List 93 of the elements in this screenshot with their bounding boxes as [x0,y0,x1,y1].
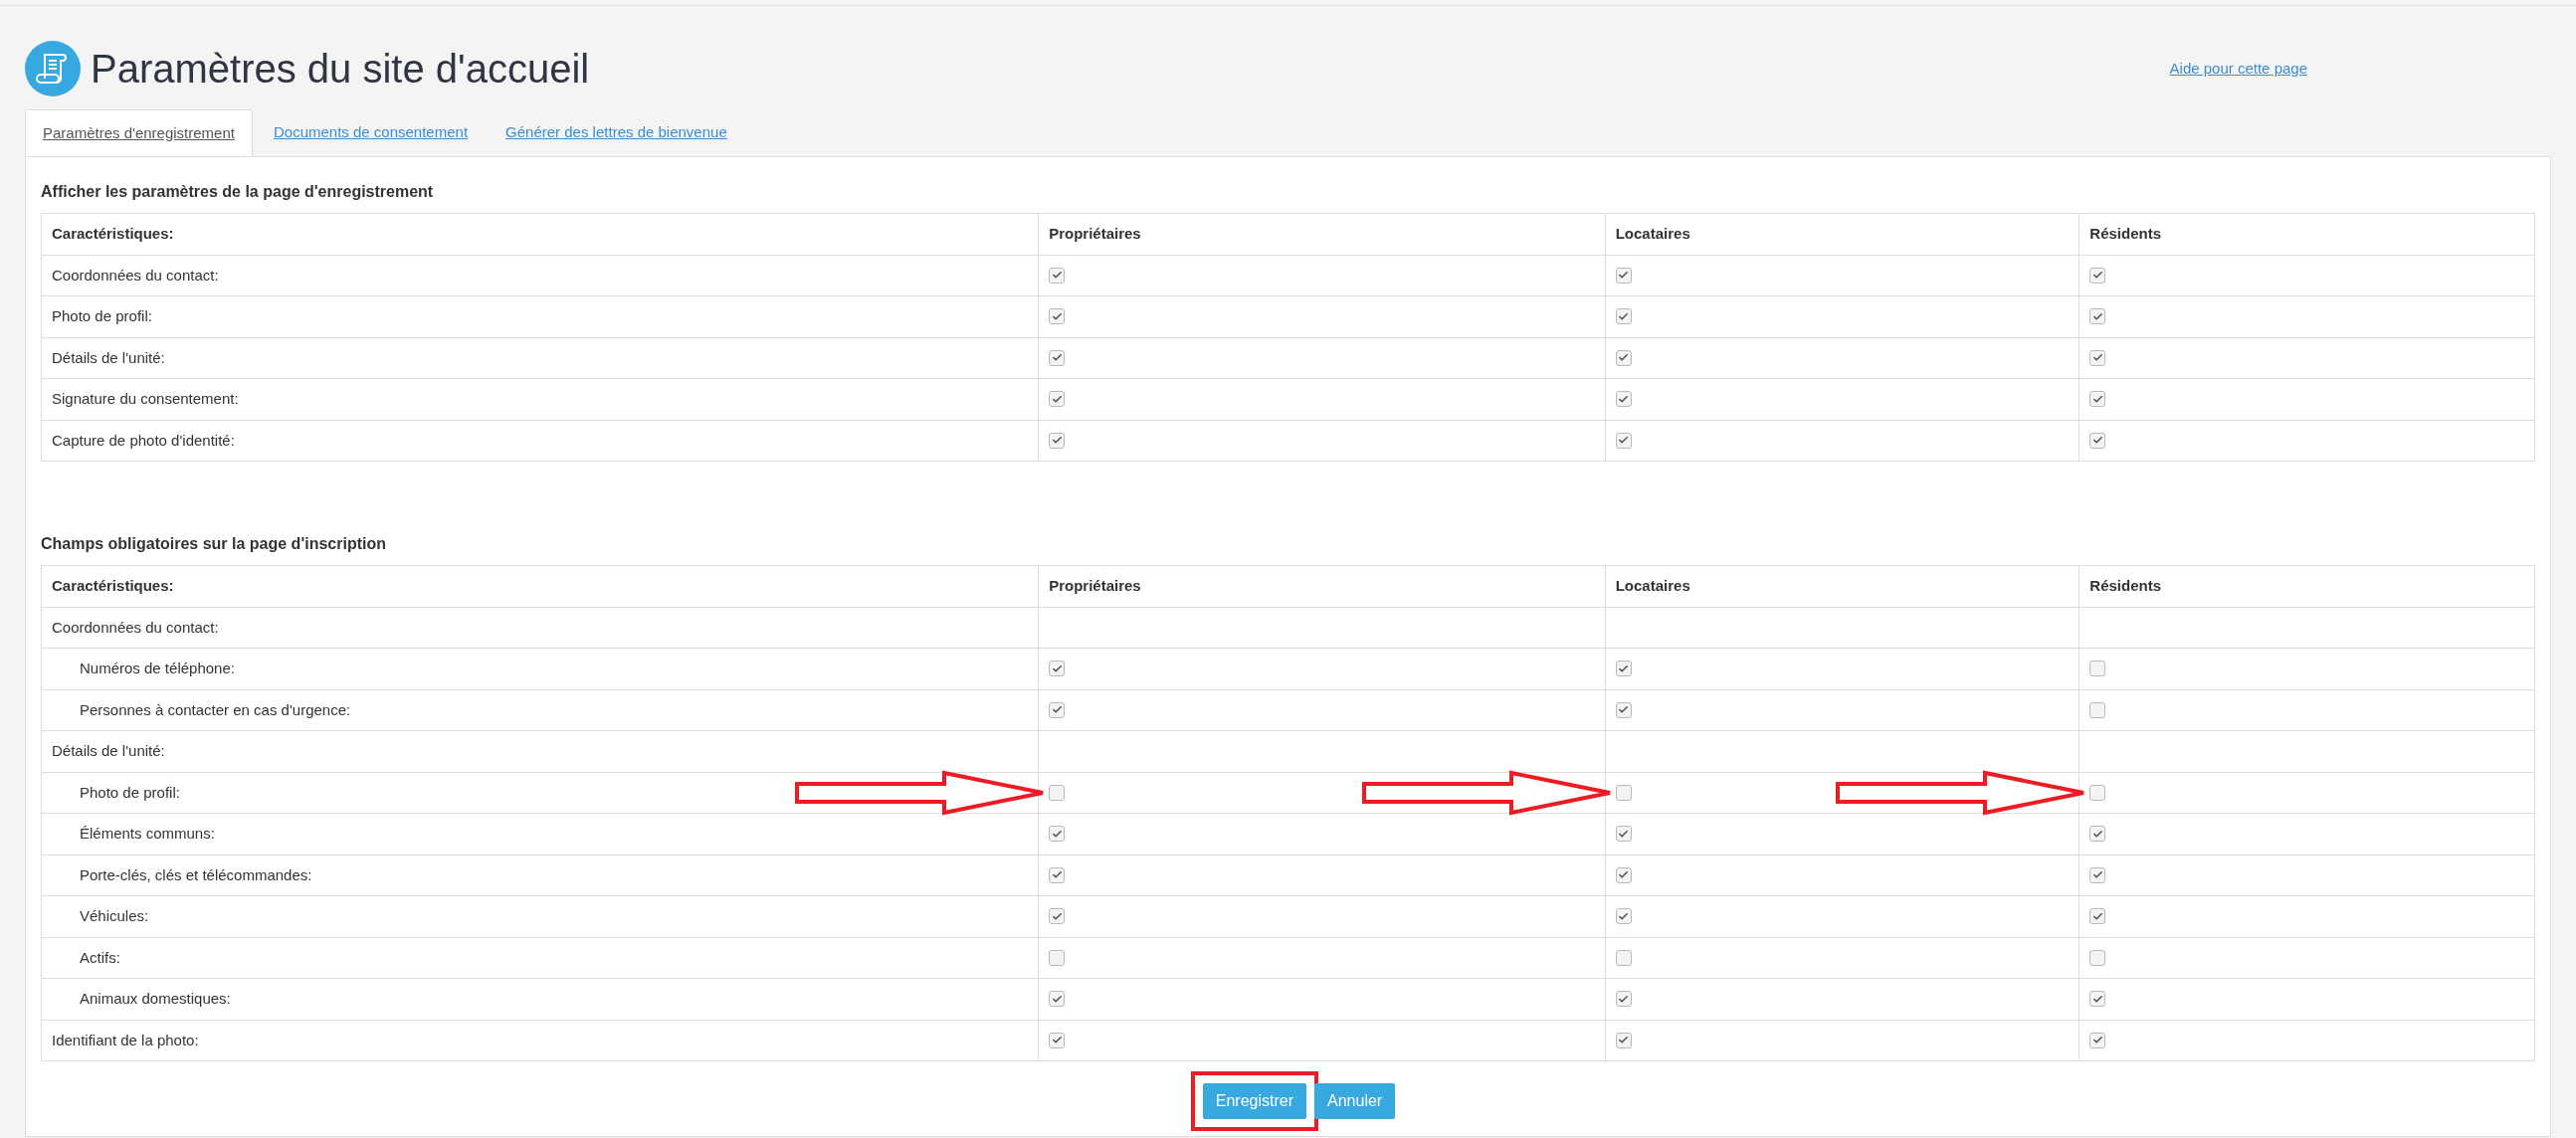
checkbox[interactable] [2089,349,2106,366]
check-icon [1618,310,1630,322]
page-title: Paramètres du site d'accueil [91,46,590,93]
checkbox[interactable] [1615,784,1632,801]
check-icon [2091,828,2103,840]
column-header: Locataires [1615,225,1690,242]
checkbox[interactable] [1049,784,1066,801]
checkbox[interactable] [2089,784,2106,801]
check-icon [2091,910,2103,922]
check-icon [1618,663,1630,674]
tab[interactable]: Paramètres d'enregistrement [25,109,253,156]
row-label: Capture de photo d'identité: [52,431,235,449]
check-icon [1051,993,1063,1005]
checkbox[interactable] [2089,308,2106,325]
row-label: Véhicules: [79,907,149,924]
checkbox[interactable] [1615,432,1632,449]
checkbox[interactable] [1615,949,1632,966]
row-label: Éléments communs: [79,825,215,842]
check-icon [2091,993,2103,1005]
check-icon [1618,828,1630,840]
help-link[interactable]: Aide pour cette page [2169,57,2307,81]
checkbox[interactable] [2089,391,2106,408]
checkbox[interactable] [2089,267,2106,284]
scroll-document-icon [25,41,81,96]
row-label: Personnes à contacter en cas d'urgence: [79,700,351,718]
save-button[interactable]: Enregistrer [1202,1083,1307,1119]
checkbox[interactable] [2089,991,2106,1008]
checkbox[interactable] [2089,432,2106,449]
checkbox[interactable] [1049,826,1066,843]
checkbox[interactable] [1049,349,1066,366]
checkbox[interactable] [1049,701,1066,718]
check-icon [1618,910,1630,922]
checkbox[interactable] [1615,391,1632,408]
row-label: Signature du consentement: [52,390,239,407]
checkbox[interactable] [1049,308,1066,325]
checkbox[interactable] [1049,991,1066,1008]
checkbox[interactable] [1615,991,1632,1008]
check-icon [1051,310,1063,322]
checkbox[interactable] [1049,866,1066,883]
checkbox[interactable] [1615,308,1632,325]
row-label: Coordonnées du contact: [52,618,219,636]
checkbox[interactable] [2089,866,2106,883]
check-icon [1051,393,1063,405]
checkbox[interactable] [1615,661,1632,677]
checkbox[interactable] [1615,866,1632,883]
checkbox[interactable] [1615,349,1632,366]
check-icon [2091,393,2103,405]
section-title: Champs obligatoires sur la page d'inscription [41,534,387,554]
row-label: Actifs: [79,948,120,966]
checkbox[interactable] [2089,826,2106,843]
checkbox[interactable] [1049,661,1066,677]
checkbox[interactable] [1615,1032,1632,1048]
row-label: Détails de l'unité: [52,742,165,759]
check-icon [1618,393,1630,405]
row-label: Identifiant de la photo: [52,1031,199,1048]
check-icon [1618,993,1630,1005]
checkbox[interactable] [1049,908,1066,925]
row-label: Photo de profil: [52,307,152,324]
checkbox[interactable] [2089,908,2106,925]
check-icon [1051,828,1063,840]
row-label: Coordonnées du contact: [52,266,219,284]
tab[interactable]: Documents de consentement [256,109,486,156]
checkbox[interactable] [1049,432,1066,449]
column-header: Résidents [2089,577,2162,594]
check-icon [2091,310,2103,322]
column-header: Locataires [1615,577,1690,594]
checkbox[interactable] [2089,1032,2106,1048]
row-label: Porte-clés, clés et télécommandes: [79,865,312,883]
checkbox[interactable] [1049,949,1066,966]
check-icon [1051,663,1063,674]
cancel-button[interactable]: Annuler [1314,1083,1396,1119]
checkbox[interactable] [1049,267,1066,284]
checkbox[interactable] [1049,1032,1066,1048]
checkbox[interactable] [1615,826,1632,843]
checkbox[interactable] [1615,267,1632,284]
row-label: Animaux domestiques: [79,990,231,1007]
checkbox[interactable] [2089,701,2106,718]
column-header: Caractéristiques: [52,225,174,242]
checkbox[interactable] [1049,391,1066,408]
column-header: Propriétaires [1049,225,1141,242]
tab[interactable]: Générer des lettres de bienvenue [489,109,744,156]
column-header: Caractéristiques: [52,577,174,594]
row-label: Photo de profil: [79,783,180,801]
checkbox[interactable] [1615,908,1632,925]
column-header: Propriétaires [1049,577,1141,594]
column-header: Résidents [2089,225,2162,242]
checkbox[interactable] [1615,701,1632,718]
section-title: Afficher les paramètres de la page d'enregistrement [41,182,435,202]
checkbox[interactable] [2089,661,2106,677]
row-label: Détails de l'unité: [52,348,165,366]
check-icon [1051,910,1063,922]
row-label: Numéros de téléphone: [79,660,235,676]
checkbox[interactable] [2089,949,2106,966]
